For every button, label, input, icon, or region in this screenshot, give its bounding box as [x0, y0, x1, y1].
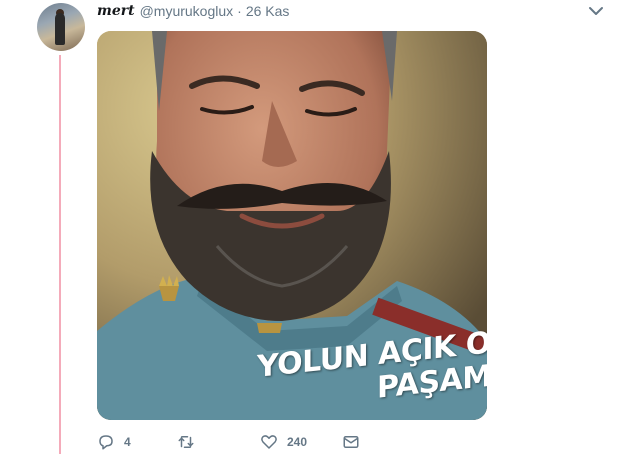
author-handle[interactable]: @myurukoglux	[140, 3, 234, 19]
avatar[interactable]	[37, 3, 85, 51]
tweet-header: mert @myurukoglux · 26 Kas	[97, 2, 289, 20]
tweet-timestamp[interactable]: 26 Kas	[246, 3, 290, 19]
heart-icon	[261, 435, 277, 449]
separator: ·	[237, 3, 242, 19]
like-button[interactable]: 240	[260, 433, 307, 451]
author-name[interactable]: mert	[97, 3, 135, 19]
reply-button[interactable]: 4	[97, 433, 131, 451]
tweet-actions: 4 240	[97, 433, 397, 453]
retweet-button[interactable]	[177, 433, 204, 451]
direct-message-button[interactable]	[342, 433, 360, 451]
reply-icon	[99, 435, 113, 450]
like-count: 240	[287, 435, 308, 449]
tweet-media-image[interactable]: YOLUN AÇIK OLSUN PAŞAM!	[97, 31, 487, 420]
reply-count: 4	[124, 435, 131, 449]
envelope-icon	[343, 436, 359, 448]
chevron-down-icon[interactable]	[588, 4, 604, 18]
retweet-icon	[178, 436, 194, 448]
thread-line	[59, 55, 61, 454]
avatar-figure-body	[55, 13, 65, 45]
